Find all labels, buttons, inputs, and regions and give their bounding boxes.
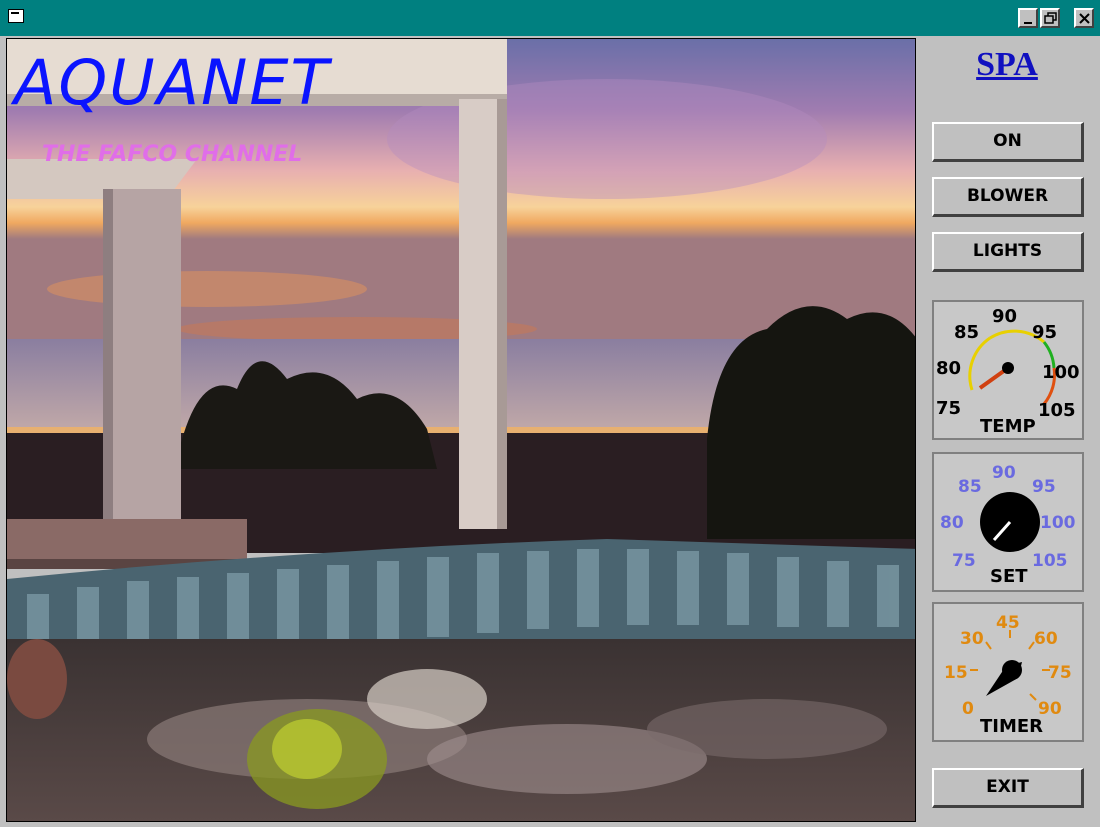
timer-tick: 60: [1034, 629, 1058, 649]
aquanet-logo: AQUANET: [14, 46, 331, 119]
exit-button[interactable]: EXIT: [932, 768, 1084, 808]
temp-gauge: 75 80 85 90 95 100 105 TEMP: [932, 300, 1084, 440]
temp-label: TEMP: [980, 416, 1036, 437]
lights-button[interactable]: LIGHTS: [932, 232, 1084, 272]
spa-title: SPA: [976, 46, 1038, 83]
set-tick: 105: [1032, 551, 1068, 571]
temp-tick: 90: [992, 306, 1017, 327]
timer-tick: 15: [944, 663, 968, 683]
window-frame-bottom: [0, 822, 1100, 827]
set-tick: 75: [952, 551, 976, 571]
temp-tick: 100: [1042, 362, 1080, 383]
set-tick: 95: [1032, 477, 1056, 497]
temp-tick: 85: [954, 322, 979, 343]
temp-tick: 95: [1032, 322, 1057, 343]
close-icon: [1079, 13, 1090, 24]
set-tick: 100: [1040, 513, 1076, 533]
timer-tick: 30: [960, 629, 984, 649]
system-menu-icon[interactable]: [8, 9, 24, 23]
temp-tick: 80: [936, 358, 961, 379]
set-label: SET: [990, 566, 1028, 587]
maximize-button[interactable]: [1040, 8, 1060, 28]
minimize-icon: [1024, 22, 1032, 24]
spa-control-panel: SPA ON BLOWER LIGHTS 75 80 85 90 95 100 …: [920, 38, 1094, 822]
close-button[interactable]: [1074, 8, 1094, 28]
set-temperature-knob[interactable]: 75 80 85 90 95 100 105 SET: [932, 452, 1084, 592]
on-button[interactable]: ON: [932, 122, 1084, 162]
timer-knob-hub[interactable]: [1002, 660, 1022, 680]
timer-tick: 75: [1048, 663, 1072, 683]
timer-tick: 45: [996, 613, 1020, 633]
set-tick: 80: [940, 513, 964, 533]
timer-label: TIMER: [980, 716, 1043, 737]
timer-knob[interactable]: 0 15 30 45 60 75 90 TIMER: [932, 602, 1084, 742]
temp-tick: 105: [1038, 400, 1076, 421]
restore-icon: [1044, 12, 1057, 24]
temp-tick: 75: [936, 398, 961, 419]
timer-tick: 0: [962, 699, 974, 719]
blower-button[interactable]: BLOWER: [932, 177, 1084, 217]
minimize-button[interactable]: [1018, 8, 1038, 28]
set-tick: 85: [958, 477, 982, 497]
temp-hub: [1002, 362, 1014, 374]
set-tick: 90: [992, 463, 1016, 483]
channel-tagline: THE FAFCO CHANNEL: [42, 142, 303, 167]
title-bar: [0, 0, 1100, 36]
